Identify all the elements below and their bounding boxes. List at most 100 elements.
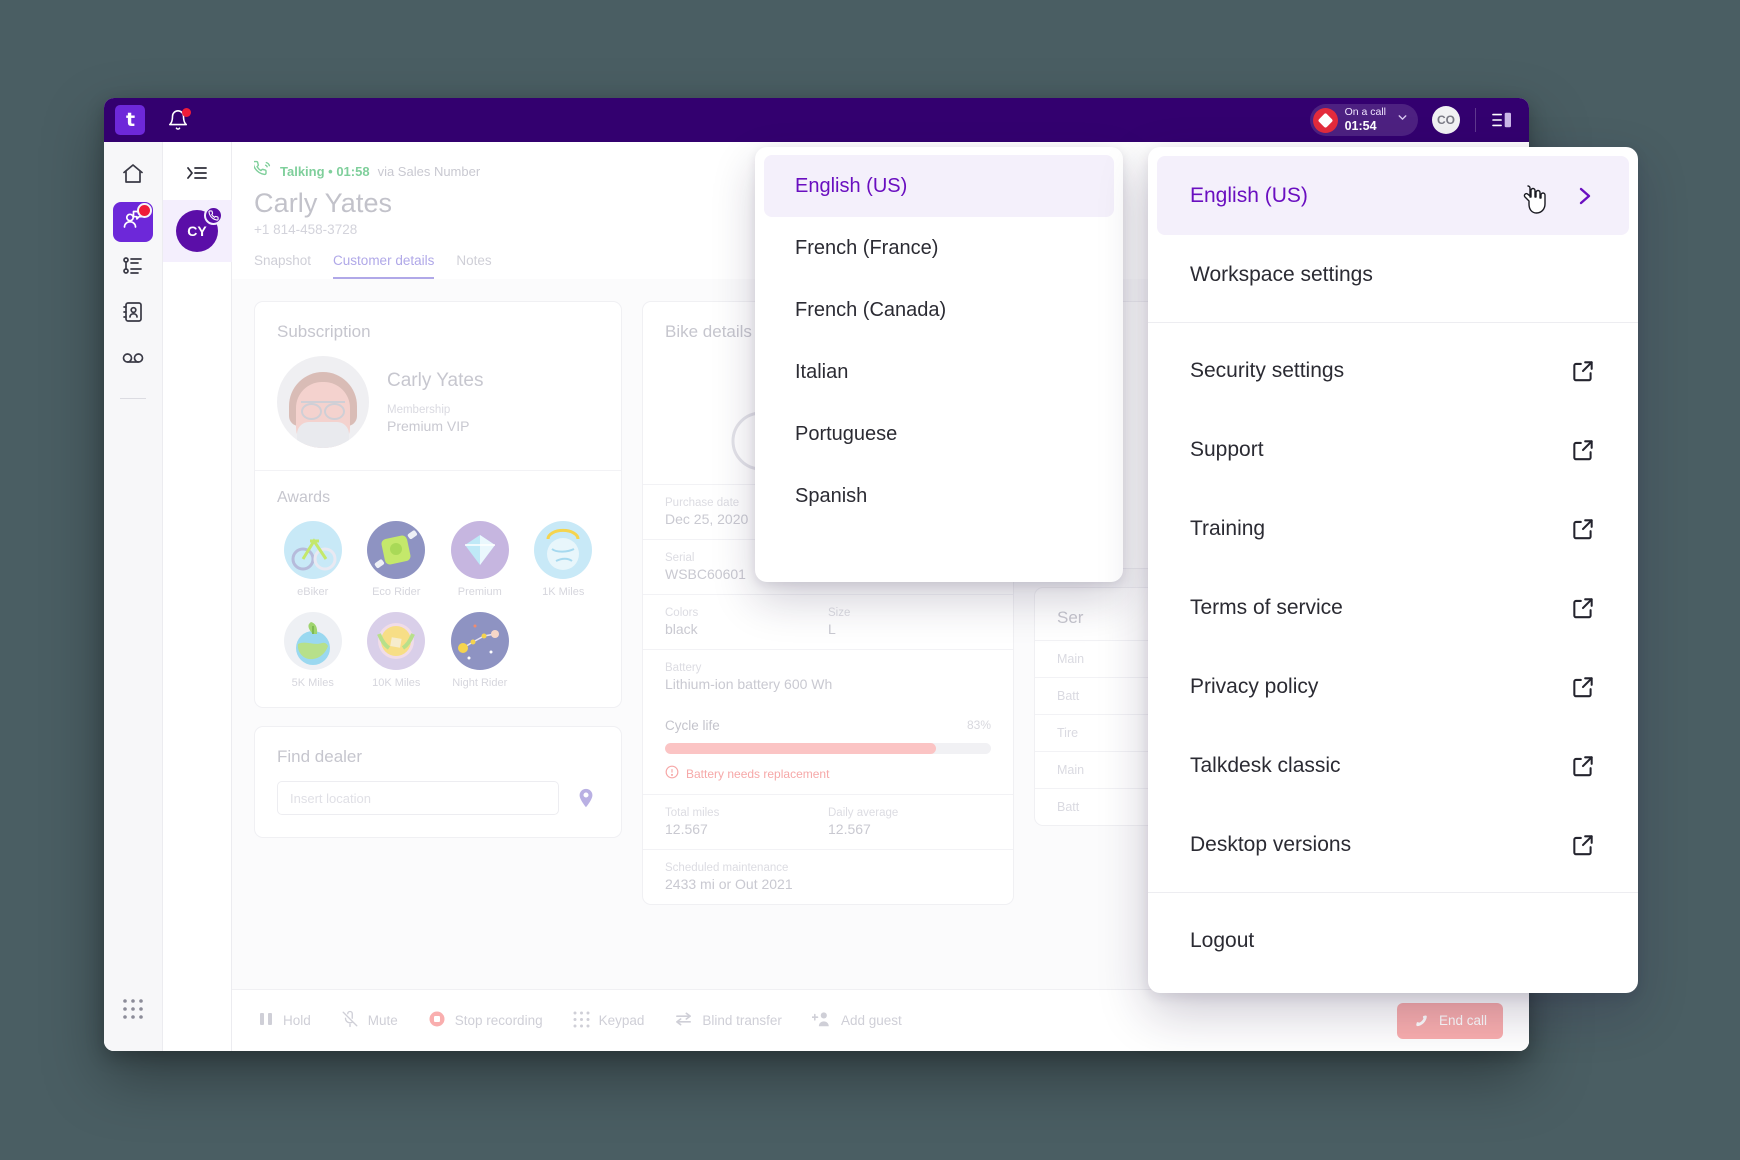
customer-photo	[277, 356, 369, 448]
blind-transfer-button[interactable]: Blind transfer	[674, 1011, 782, 1030]
keypad-button[interactable]: Keypad	[573, 1011, 645, 1031]
control-label: Hold	[283, 1013, 311, 1028]
language-menu-item-spanish[interactable]: Spanish	[764, 465, 1114, 527]
bell-icon[interactable]	[167, 108, 191, 131]
mouse-cursor-icon	[1521, 184, 1547, 216]
control-label: Stop recording	[454, 1013, 543, 1028]
settings-menu-item-logout[interactable]: Logout	[1157, 901, 1629, 980]
award-label: Eco Rider	[372, 586, 421, 598]
settings-item-label: Training	[1190, 516, 1266, 540]
find-dealer-card: Find dealer	[254, 726, 622, 838]
award-label: 5K Miles	[291, 677, 334, 689]
settings-menu-item-security-settings[interactable]: Security settings	[1157, 331, 1629, 410]
end-call-button[interactable]: End call	[1396, 1002, 1503, 1039]
top-bar: t On a call 01:54 CO	[104, 98, 1529, 142]
hold-button[interactable]: Hold	[258, 1011, 311, 1030]
stop-recording-button[interactable]: Stop recording	[428, 1010, 543, 1031]
alert-circle-icon	[665, 765, 679, 782]
field-label: Total miles	[665, 807, 720, 819]
field-value: 2433 mi or Out 2021	[665, 876, 793, 892]
phone-call-icon	[204, 206, 223, 225]
award-label: eBiker	[297, 586, 329, 598]
award-item[interactable]: 1K Miles	[522, 521, 606, 598]
tab-customer-details[interactable]: Customer details	[333, 253, 435, 279]
phone-in-call-icon	[252, 160, 272, 183]
collapse-panel-icon[interactable]	[180, 156, 214, 190]
settings-item-label: Desktop versions	[1190, 832, 1352, 856]
awards-grid: eBiker Eco Rider Premium 1K Miles 5K Mil…	[255, 513, 621, 707]
subscription-body: Carly Yates Membership Premium VIP	[255, 356, 621, 470]
sidebar-item-activity[interactable]	[113, 248, 153, 288]
settings-menu-item-training[interactable]: Training	[1157, 489, 1629, 568]
field-label: Colors	[665, 607, 699, 619]
settings-item-label: Support	[1190, 437, 1264, 461]
tab-notes[interactable]: Notes	[456, 253, 491, 279]
dealer-search-row	[255, 781, 621, 837]
control-label: Keypad	[598, 1013, 645, 1028]
language-menu-item-french-canada[interactable]: French (Canada)	[764, 279, 1114, 341]
award-item[interactable]: Night Rider	[438, 612, 522, 689]
language-menu-item-french-france[interactable]: French (France)	[764, 217, 1114, 279]
award-item[interactable]: Premium	[438, 521, 522, 598]
divider	[120, 398, 146, 399]
external-link-icon	[1570, 437, 1596, 463]
control-label: Add guest	[840, 1013, 902, 1028]
field-value: L	[828, 621, 836, 637]
location-input[interactable]	[277, 781, 559, 815]
field-value: black	[665, 621, 698, 637]
cycle-life-section: Cycle life 83% Battery needs replacement	[643, 704, 1013, 794]
membership-value: Premium VIP	[387, 418, 470, 434]
avatar[interactable]: CO	[1432, 106, 1460, 134]
field-value: 12.567	[828, 821, 871, 837]
language-menu-item-italian[interactable]: Italian	[764, 341, 1114, 403]
call-via-text: via Sales Number	[377, 164, 481, 179]
settings-menu-item-desktop-versions[interactable]: Desktop versions	[1157, 805, 1629, 884]
screenshot-root: t On a call 01:54 CO CY Talking • 01:58 …	[0, 0, 1740, 1160]
field-label: Size	[828, 607, 851, 619]
list-item[interactable]: CY	[162, 200, 232, 262]
divider	[1475, 108, 1476, 132]
cycle-life-percent: 83%	[966, 718, 991, 732]
logo-letter: t	[125, 108, 135, 131]
field-label: Daily average	[828, 807, 899, 819]
talkdesk-logo-icon[interactable]: t	[115, 105, 145, 135]
settings-menu-item-talkdesk-classic[interactable]: Talkdesk classic	[1157, 726, 1629, 805]
tab-snapshot[interactable]: Snapshot	[254, 253, 311, 279]
award-label: Night Rider	[452, 677, 508, 689]
award-item[interactable]: 10K Miles	[355, 612, 439, 689]
sidebar-item-home[interactable]	[113, 156, 153, 196]
mute-button[interactable]: Mute	[341, 1010, 398, 1031]
sidebar-item-contacts[interactable]	[113, 294, 153, 334]
control-label: Mute	[367, 1013, 398, 1028]
settings-item-label: English (US)	[1190, 183, 1308, 207]
settings-menu-item-privacy-policy[interactable]: Privacy policy	[1157, 647, 1629, 726]
sprout-earth-badge-icon	[283, 612, 342, 670]
chevron-down-icon[interactable]	[1396, 111, 1409, 129]
divider	[1148, 892, 1638, 893]
sidebar-item-voicemail[interactable]	[113, 340, 153, 380]
settings-menu-item-terms-of-service[interactable]: Terms of service	[1157, 568, 1629, 647]
language-menu-item-portuguese[interactable]: Portuguese	[764, 403, 1114, 465]
award-item[interactable]: eBiker	[271, 521, 355, 598]
maintenance-field: Scheduled maintenance 2433 mi or Out 202…	[643, 850, 1013, 904]
keypad-icon	[573, 1011, 590, 1031]
notification-dot	[182, 108, 191, 117]
settings-menu-item-language[interactable]: English (US)	[1157, 156, 1629, 235]
settings-menu-item-support[interactable]: Support	[1157, 410, 1629, 489]
sidebar-item-conversations[interactable]	[113, 202, 153, 242]
end-call-label: End call	[1438, 1013, 1487, 1028]
bike-field: Battery Lithium-ion battery 600 Wh	[643, 650, 1013, 704]
settings-menu-item-workspace-settings[interactable]: Workspace settings	[1157, 235, 1629, 314]
call-status-button[interactable]: On a call 01:54	[1309, 104, 1418, 136]
map-pin-icon[interactable]	[573, 785, 599, 811]
external-link-icon	[1570, 674, 1596, 700]
external-link-icon	[1570, 595, 1596, 621]
award-item[interactable]: Eco Rider	[355, 521, 439, 598]
apps-grid-icon[interactable]	[113, 989, 153, 1029]
eco-battery-badge-icon	[367, 521, 426, 579]
award-item[interactable]: 5K Miles	[271, 612, 355, 689]
panel-layout-icon[interactable]	[1491, 111, 1513, 129]
bike-field-pair: Colors black Size L	[643, 595, 1013, 649]
add-guest-button[interactable]: Add guest	[811, 1010, 902, 1031]
language-menu-item-english-us[interactable]: English (US)	[764, 155, 1114, 217]
